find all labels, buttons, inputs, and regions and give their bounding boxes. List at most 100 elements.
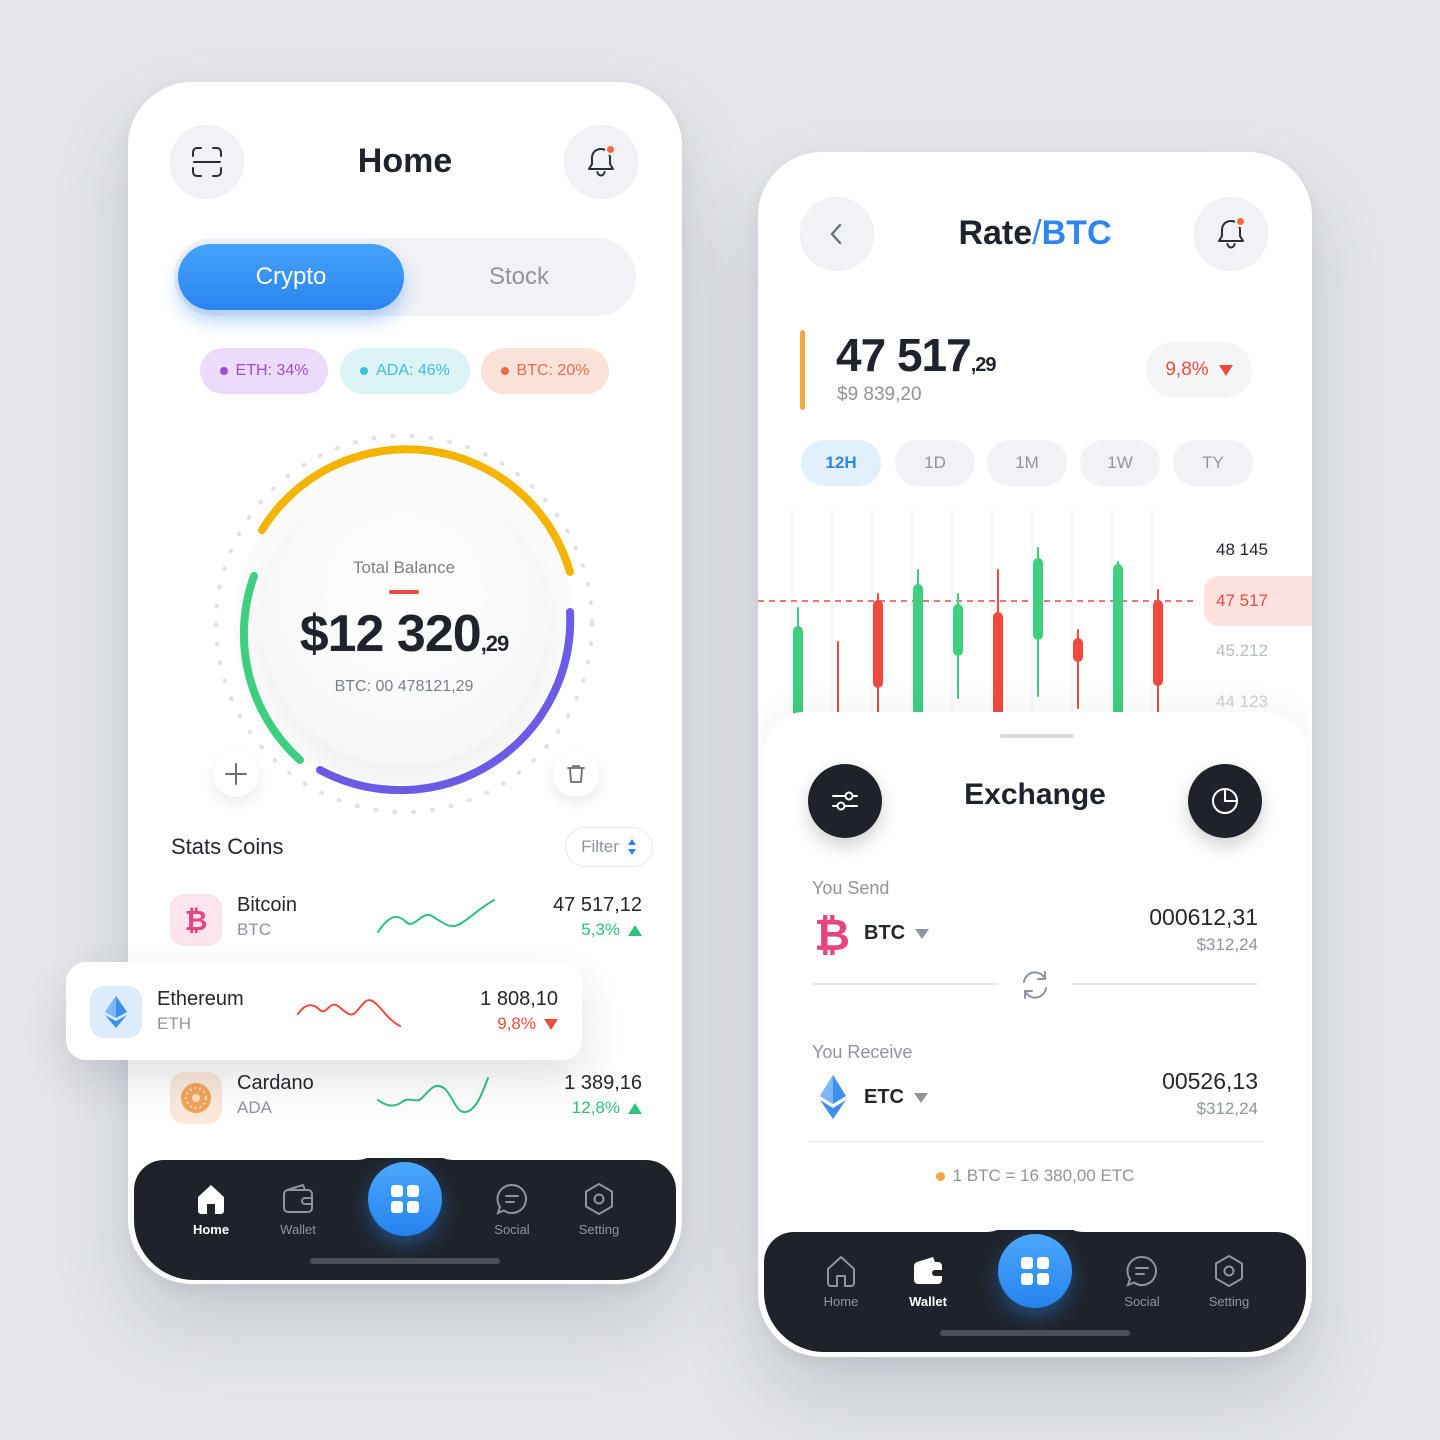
candlestick-chart (758, 508, 1198, 719)
balance-btc: BTC: 00 478121,29 (334, 678, 474, 695)
sheet-drag-handle[interactable] (1000, 734, 1074, 738)
add-button[interactable] (213, 751, 259, 797)
you-receive-label: You Receive (812, 1042, 913, 1062)
send-currency-select[interactable]: BTC (864, 922, 930, 945)
wallet-icon (283, 1184, 313, 1213)
y-tick-high: 48 145 (1216, 540, 1268, 559)
coin-row-ethereum[interactable]: Ethereum ETH 1 808,10 9,8% (66, 962, 582, 1060)
filter-button[interactable]: Filter (565, 827, 653, 867)
rate-note-text: 1 BTC = 16 380,00 ETC (952, 1166, 1135, 1185)
tab-stock[interactable]: Stock (406, 244, 632, 310)
tab-wallet[interactable]: Wallet (258, 1182, 338, 1237)
title-separator: / (1032, 214, 1042, 252)
send-amount[interactable]: 000612,31 (1149, 904, 1258, 931)
total-balance-amount: $12 320,29 (262, 604, 546, 664)
balance-ring: Total Balance $12 320,29 BTC: 00 478121,… (202, 422, 606, 826)
scan-icon (192, 147, 222, 177)
coin-name: Ethereum (157, 988, 244, 1010)
page-title: Rate/BTC (898, 214, 1172, 253)
y-tick-current: 47 517 (1216, 591, 1268, 610)
pill-label: ADA: 46% (376, 362, 450, 379)
allocation-pill-btc[interactable]: BTC: 20% (481, 348, 609, 394)
settings-icon (1215, 1255, 1243, 1287)
current-price: 47 517,29 (836, 328, 997, 382)
home-screen: Home Crypto Stock ETH: 34% ADA: 46% BTC:… (128, 82, 682, 1284)
plus-icon (225, 763, 247, 785)
tab-home[interactable]: Home (801, 1254, 881, 1309)
coin-value: 47 517,12 (553, 894, 642, 916)
receive-amount[interactable]: 00526,13 (1162, 1068, 1258, 1095)
notifications-button[interactable] (564, 125, 638, 199)
notification-dot (1235, 216, 1246, 227)
chat-icon (496, 1183, 527, 1215)
price-usd: $9 839,20 (837, 384, 922, 405)
pill-label: BTC: 20% (516, 362, 590, 379)
title-pair: BTC (1041, 214, 1112, 252)
dropdown-caret-icon (915, 928, 930, 939)
grid-icon (1021, 1257, 1049, 1285)
coin-value: 1 808,10 (480, 988, 558, 1010)
y-tick-low: 44 123 (1216, 692, 1268, 711)
coin-change-value: 5,3% (581, 920, 620, 939)
balance-cents: ,29 (480, 631, 510, 656)
divider (1072, 983, 1258, 985)
back-button[interactable] (800, 197, 874, 271)
ethereum-icon (820, 1075, 846, 1119)
price-accent-bar (800, 330, 805, 410)
notifications-button[interactable] (1194, 197, 1268, 271)
tab-wallet[interactable]: Wallet (888, 1254, 968, 1309)
range-1d[interactable]: 1D (895, 440, 975, 486)
tab-setting[interactable]: Setting (559, 1182, 639, 1237)
tab-label: Social (1124, 1294, 1160, 1309)
title-main: Rate (958, 214, 1033, 252)
notification-dot (605, 144, 616, 155)
coin-change: 5,3% (581, 920, 642, 940)
coin-name: Bitcoin (237, 894, 298, 916)
coin-symbol: BTC (237, 920, 271, 939)
rate-screen: Rate/BTC 47 517,29 $9 839,20 9,8% 12H 1D… (758, 152, 1312, 1357)
stats-coins-heading: Stats Coins (171, 834, 284, 859)
delete-button[interactable] (553, 751, 599, 797)
swap-button[interactable] (1018, 968, 1052, 1002)
coin-symbol: ADA (237, 1098, 272, 1117)
exchange-stats-button[interactable] (1188, 764, 1262, 838)
tab-social[interactable]: Social (1102, 1254, 1182, 1309)
svg-text:₿: ₿ (814, 910, 850, 958)
range-12h[interactable]: 12H (801, 440, 881, 486)
range-1w[interactable]: 1W (1080, 440, 1160, 486)
home-icon (198, 1185, 224, 1214)
allocation-pill-eth[interactable]: ETH: 34% (200, 348, 328, 394)
scan-button[interactable] (170, 125, 244, 199)
tab-social[interactable]: Social (472, 1182, 552, 1237)
apps-menu-button[interactable] (998, 1234, 1072, 1308)
settings-icon (585, 1183, 613, 1215)
range-ty[interactable]: TY (1173, 440, 1253, 486)
exchange-sheet: Exchange You Send ₿ BTC 000612,31 $312,2… (764, 712, 1306, 1272)
tab-label: Home (192, 1222, 230, 1237)
asset-type-toggle: Crypto Stock (174, 238, 636, 316)
coin-row-cardano[interactable]: Cardano ADA 1 389,16 12,8% (168, 1068, 642, 1134)
bottom-tabbar: Home Wallet Social Setting (134, 1158, 676, 1280)
coin-row-bitcoin[interactable]: ₿ Bitcoin BTC 47 517,12 5,3% (168, 890, 642, 956)
send-currency: BTC (864, 922, 906, 944)
receive-usd: $312,24 (1196, 1099, 1258, 1118)
tab-crypto[interactable]: Crypto (178, 244, 404, 310)
allocation-pill-ada[interactable]: ADA: 46% (340, 348, 470, 394)
tab-label: Wallet (909, 1294, 947, 1309)
receive-currency-select[interactable]: ETC (864, 1086, 928, 1109)
range-1m[interactable]: 1M (987, 440, 1067, 486)
tab-setting[interactable]: Setting (1189, 1254, 1269, 1309)
sort-arrows-icon (627, 839, 636, 855)
price-change-value: 9,8% (1165, 359, 1209, 380)
home-icon (827, 1256, 855, 1287)
coin-change-value: 9,8% (497, 1014, 536, 1033)
page-title: Home (357, 142, 453, 180)
tab-label: Wallet (280, 1222, 316, 1237)
tab-home[interactable]: Home (171, 1182, 251, 1237)
receive-currency: ETC (864, 1086, 904, 1108)
you-send-label: You Send (812, 878, 890, 898)
apps-menu-button[interactable] (368, 1162, 442, 1236)
grid-icon (391, 1185, 419, 1213)
bitcoin-icon: ₿ (814, 910, 850, 958)
tab-label: Social (494, 1222, 530, 1237)
